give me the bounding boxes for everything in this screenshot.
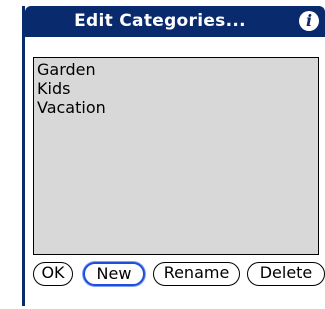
delete-button[interactable]: Delete: [247, 262, 325, 286]
info-icon[interactable]: i: [299, 11, 319, 31]
dialog-title: Edit Categories...: [74, 11, 246, 31]
category-list[interactable]: Garden Kids Vacation: [33, 57, 319, 255]
rename-button[interactable]: Rename: [153, 262, 240, 286]
new-button[interactable]: New: [83, 262, 145, 286]
ok-button[interactable]: OK: [33, 262, 73, 286]
title-bar: Edit Categories... i: [25, 6, 325, 37]
category-item-garden[interactable]: Garden: [37, 60, 315, 79]
category-item-kids[interactable]: Kids: [37, 79, 315, 98]
edit-categories-dialog: Edit Categories... i Garden Kids Vacatio…: [22, 6, 325, 306]
category-item-vacation[interactable]: Vacation: [37, 98, 315, 117]
